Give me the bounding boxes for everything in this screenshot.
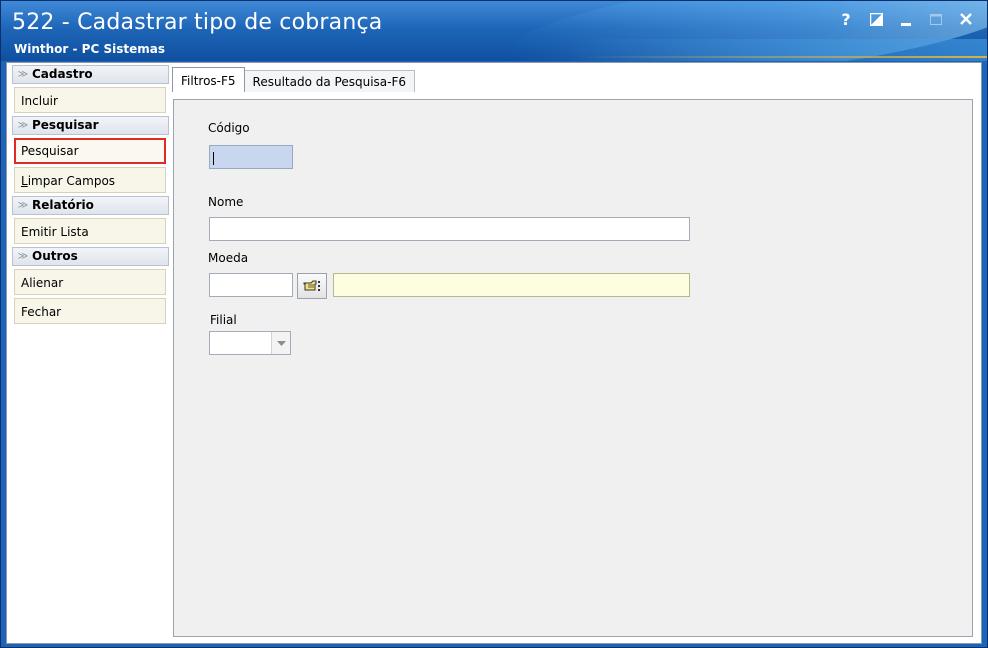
button-label-rest: impar Campos — [27, 174, 116, 188]
tab-strip: Filtros-F5 Resultado da Pesquisa-F6 — [172, 66, 416, 92]
window-subtitle: Winthor - PC Sistemas — [14, 42, 165, 56]
pointing-hand-icon — [303, 280, 320, 291]
action-sidebar: ≫ Cadastro Incluir ≫ Pesquisar Pesquisar L… — [12, 64, 169, 327]
group-header-outros[interactable]: ≫ Outros — [12, 247, 169, 266]
maximize-icon — [930, 13, 942, 25]
title-bar-accent-line — [575, 56, 987, 58]
group-title: Cadastro — [32, 67, 93, 81]
moeda-code-field[interactable] — [209, 273, 293, 297]
double-chevron-down-icon: ≫ — [17, 251, 29, 262]
chevron-down-icon — [276, 340, 286, 346]
moeda-description-field — [333, 273, 690, 297]
window-controls: ? — [837, 9, 975, 29]
nome-label: Nome — [208, 195, 244, 209]
filial-select[interactable] — [209, 331, 291, 355]
pesquisar-button[interactable]: Pesquisar — [14, 138, 166, 164]
contrast-icon — [869, 12, 883, 26]
moeda-label: Moeda — [208, 251, 249, 265]
tab-filtros[interactable]: Filtros-F5 — [172, 67, 245, 92]
minimize-icon — [901, 23, 911, 26]
codigo-label: Código — [208, 121, 250, 135]
alienar-button[interactable]: Alienar — [14, 269, 166, 295]
close-icon — [960, 13, 972, 25]
group-header-relatorio[interactable]: ≫ Relatório — [12, 196, 169, 215]
theme-toggle-button[interactable] — [867, 9, 885, 29]
filial-label: Filial — [210, 313, 237, 327]
group-title: Outros — [32, 249, 78, 263]
fechar-button[interactable]: Fechar — [14, 298, 166, 324]
group-title: Pesquisar — [32, 118, 99, 132]
moeda-lookup-button[interactable] — [297, 273, 327, 299]
double-chevron-down-icon: ≫ — [17, 120, 29, 131]
close-button[interactable] — [957, 9, 975, 29]
nome-field[interactable] — [209, 217, 690, 241]
limpar-campos-button[interactable]: Limpar Campos — [14, 167, 166, 193]
app-window: 522 - Cadastrar tipo de cobrança Winthor… — [0, 0, 988, 648]
text-caret — [213, 152, 214, 165]
help-button[interactable]: ? — [837, 9, 855, 29]
mnemonic-letter: L — [21, 174, 28, 188]
filters-panel — [173, 99, 973, 637]
title-bar[interactable]: 522 - Cadastrar tipo de cobrança Winthor… — [1, 1, 987, 61]
double-chevron-down-icon: ≫ — [17, 200, 29, 211]
tab-resultado-pesquisa[interactable]: Resultado da Pesquisa-F6 — [244, 70, 416, 92]
window-title: 522 - Cadastrar tipo de cobrança — [12, 10, 383, 35]
group-header-cadastro[interactable]: ≫ Cadastro — [12, 65, 169, 84]
minimize-button[interactable] — [897, 9, 915, 29]
maximize-button[interactable] — [927, 9, 945, 29]
incluir-button[interactable]: Incluir — [14, 87, 166, 113]
dropdown-arrow[interactable] — [271, 332, 290, 354]
group-title: Relatório — [32, 198, 94, 212]
emitir-lista-button[interactable]: Emitir Lista — [14, 218, 166, 244]
group-header-pesquisar[interactable]: ≫ Pesquisar — [12, 116, 169, 135]
client-area: ≫ Cadastro Incluir ≫ Pesquisar Pesquisar L… — [6, 62, 982, 644]
codigo-field[interactable] — [209, 145, 293, 169]
double-chevron-down-icon: ≫ — [17, 69, 29, 80]
